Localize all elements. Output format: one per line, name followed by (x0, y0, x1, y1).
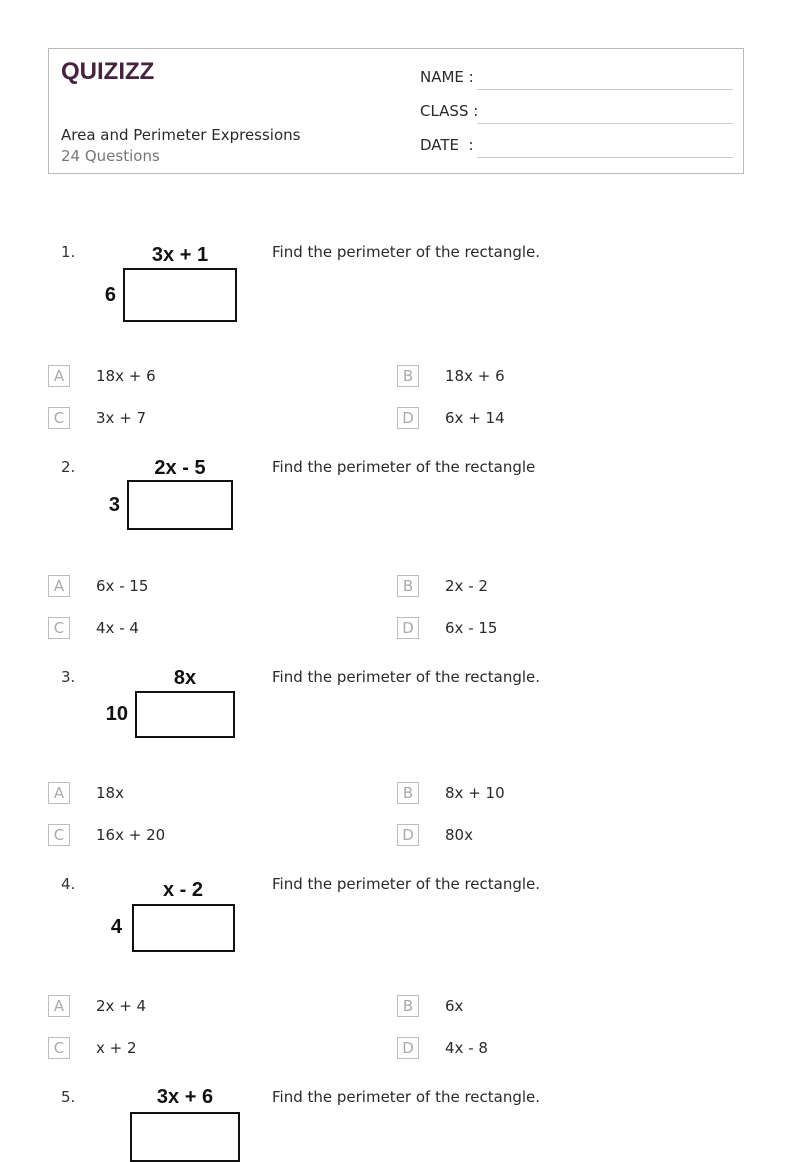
option-d[interactable]: 80x (445, 826, 473, 844)
question-count: 24 Questions (61, 147, 160, 165)
rectangle-figure (127, 480, 233, 530)
rectangle-figure (135, 691, 235, 738)
option-letter-b[interactable]: B (397, 782, 419, 804)
option-letter-d[interactable]: D (397, 824, 419, 846)
option-letter-d[interactable]: D (397, 1037, 419, 1059)
option-c[interactable]: 16x + 20 (96, 826, 165, 844)
question-number: 2. (61, 458, 76, 476)
option-letter-a[interactable]: A (48, 575, 70, 597)
option-a[interactable]: 18x + 6 (96, 367, 156, 385)
worksheet-title: Area and Perimeter Expressions (61, 126, 301, 144)
option-letter-c[interactable]: C (48, 824, 70, 846)
option-letter-a[interactable]: A (48, 365, 70, 387)
option-letter-b[interactable]: B (397, 995, 419, 1017)
rectangle-width-label: 3 (108, 494, 120, 516)
question-number: 5. (61, 1088, 76, 1106)
option-b[interactable]: 18x + 6 (445, 367, 505, 385)
class-field[interactable] (477, 123, 733, 124)
option-a[interactable]: 6x - 15 (96, 577, 148, 595)
rectangle-length-label: 8x (173, 667, 197, 689)
question-text: Find the perimeter of the rectangle. (272, 243, 541, 261)
option-d[interactable]: 6x - 15 (445, 619, 497, 637)
question-text: Find the perimeter of the rectangle. (272, 668, 541, 686)
option-d[interactable]: 6x + 14 (445, 409, 505, 427)
option-letter-a[interactable]: A (48, 995, 70, 1017)
option-letter-a[interactable]: A (48, 782, 70, 804)
question-number: 3. (61, 668, 76, 686)
question-text: Find the perimeter of the rectangle (272, 458, 536, 476)
option-d[interactable]: 4x - 8 (445, 1039, 488, 1057)
option-letter-b[interactable]: B (397, 365, 419, 387)
name-field[interactable] (477, 89, 733, 90)
option-letter-b[interactable]: B (397, 575, 419, 597)
rectangle-length-label: 2x - 5 (154, 457, 206, 479)
option-b[interactable]: 2x - 2 (445, 577, 488, 595)
worksheet-header: QUIZIZZ Area and Perimeter Expressions 2… (48, 48, 744, 174)
question-text: Find the perimeter of the rectangle. (272, 1088, 541, 1106)
rectangle-width-label: 4 (110, 916, 122, 938)
rectangle-length-label: 3x + 1 (151, 244, 209, 266)
option-b[interactable]: 8x + 10 (445, 784, 505, 802)
name-label: NAME : (420, 68, 474, 86)
option-a[interactable]: 18x (96, 784, 124, 802)
rectangle-length-label: 3x + 6 (156, 1086, 214, 1108)
question-number: 4. (61, 875, 76, 893)
rectangle-figure (130, 1112, 240, 1162)
option-letter-d[interactable]: D (397, 617, 419, 639)
rectangle-figure (132, 904, 235, 952)
rectangle-width-label: 6 (104, 284, 116, 306)
rectangle-width-label: 10 (105, 703, 128, 725)
option-c[interactable]: 3x + 7 (96, 409, 146, 427)
option-letter-c[interactable]: C (48, 407, 70, 429)
quizizz-logo: QUIZIZZ (61, 58, 155, 85)
question-text: Find the perimeter of the rectangle. (272, 875, 541, 893)
option-letter-c[interactable]: C (48, 1037, 70, 1059)
option-letter-c[interactable]: C (48, 617, 70, 639)
option-c[interactable]: 4x - 4 (96, 619, 139, 637)
question-number: 1. (61, 243, 76, 261)
rectangle-figure (123, 268, 237, 322)
date-label: DATE : (420, 136, 474, 154)
option-b[interactable]: 6x (445, 997, 463, 1015)
option-c[interactable]: x + 2 (96, 1039, 137, 1057)
rectangle-length-label: x - 2 (162, 879, 204, 901)
class-label: CLASS : (420, 102, 479, 120)
option-a[interactable]: 2x + 4 (96, 997, 146, 1015)
date-field[interactable] (477, 157, 733, 158)
option-letter-d[interactable]: D (397, 407, 419, 429)
